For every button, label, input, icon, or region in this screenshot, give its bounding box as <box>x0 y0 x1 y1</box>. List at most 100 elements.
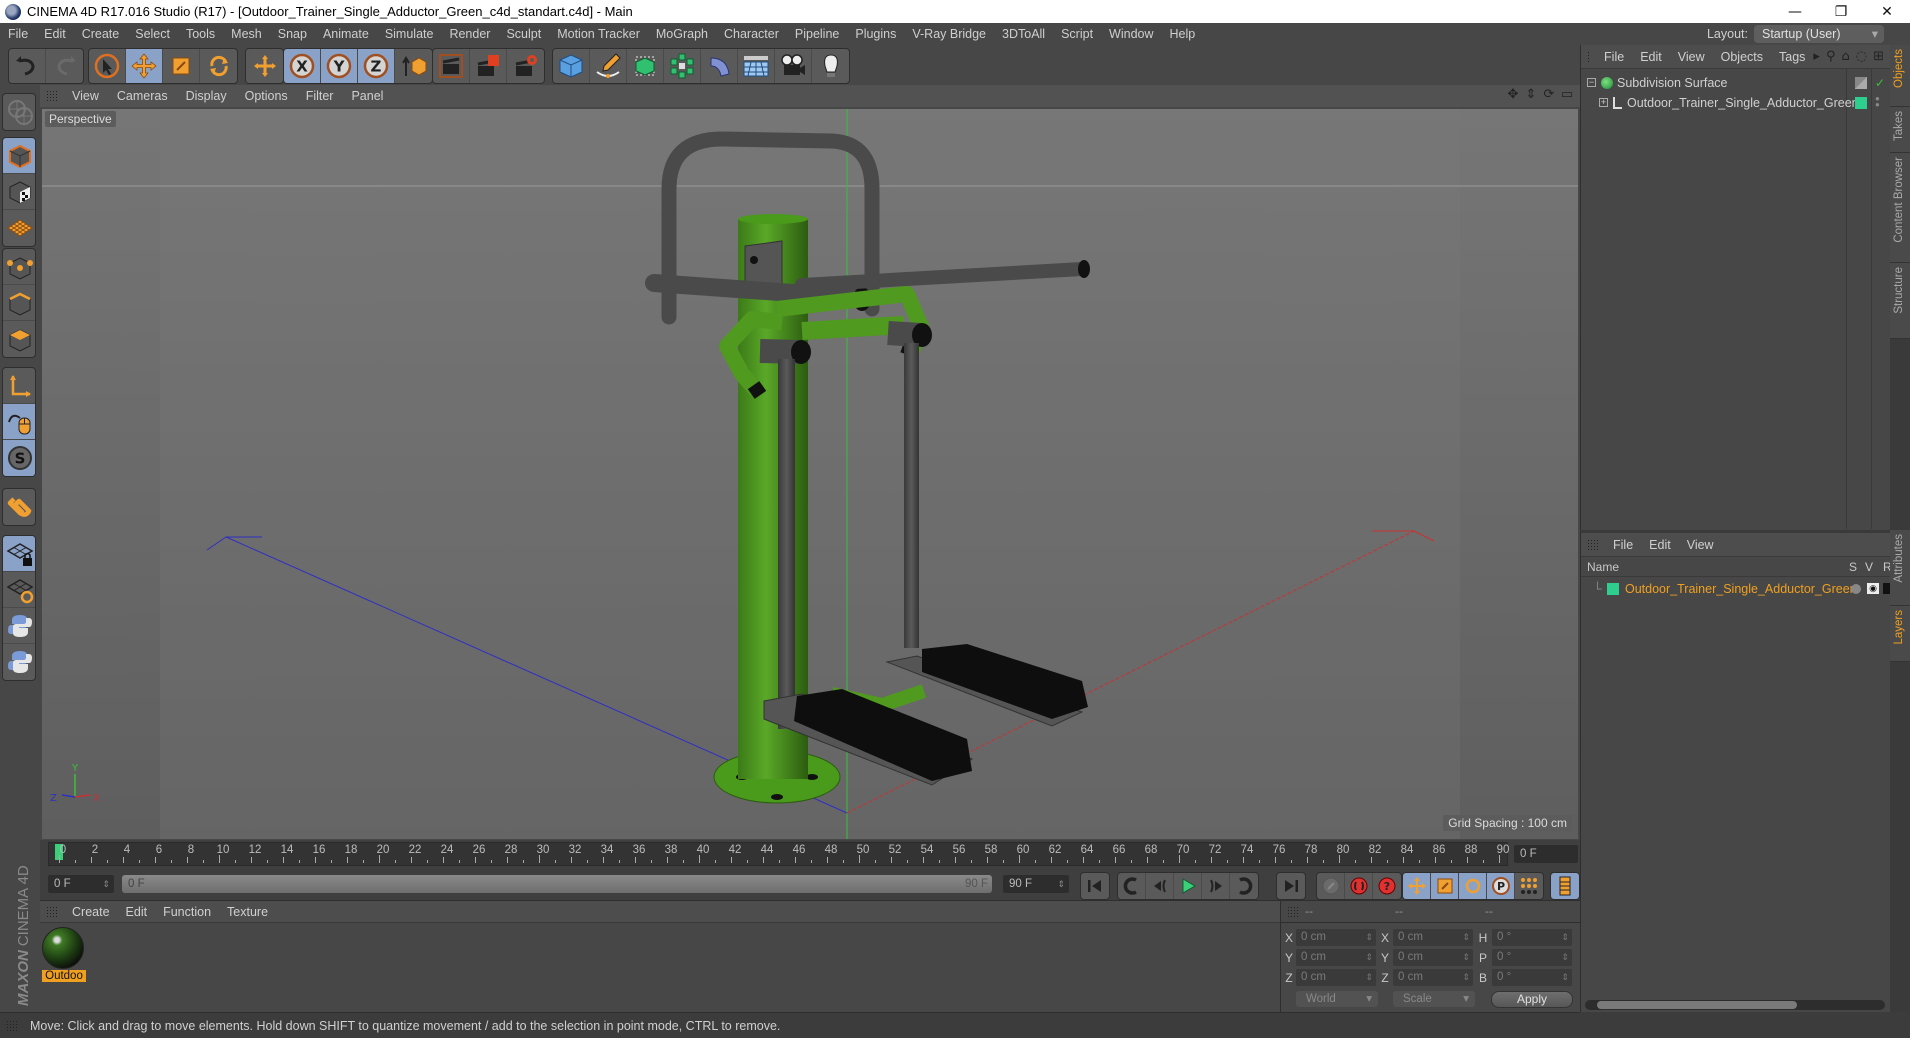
undo-button[interactable] <box>9 49 46 83</box>
layer-color-swatch[interactable] <box>1607 583 1619 595</box>
menu-script[interactable]: Script <box>1053 23 1101 45</box>
menu-mograph[interactable]: MoGraph <box>648 23 716 45</box>
tab-structure[interactable]: Structure <box>1890 263 1910 339</box>
record-active-objects-button[interactable] <box>1345 873 1373 899</box>
edges-mode-button[interactable] <box>3 285 35 321</box>
layer-menu-file[interactable]: File <box>1605 538 1641 552</box>
visibility-dots-icon[interactable]: ● ● <box>1875 95 1880 109</box>
size-y-field[interactable]: 0 cm <box>1393 949 1473 966</box>
panel-grip-icon[interactable] <box>1287 905 1299 918</box>
tab-attributes[interactable]: Attributes <box>1890 530 1910 606</box>
live-selection-button[interactable] <box>89 49 126 83</box>
pos-y-field[interactable]: 0 cm <box>1296 949 1376 966</box>
rotate-view-icon[interactable]: ⟳ <box>1542 88 1556 102</box>
solo-mode-button[interactable]: S <box>3 440 35 476</box>
tab-layers[interactable]: Layers <box>1890 606 1910 662</box>
object-menu-edit[interactable]: Edit <box>1632 50 1670 64</box>
model-mode-button[interactable] <box>3 138 35 174</box>
zoom-view-icon[interactable]: ⇕ <box>1524 88 1538 102</box>
menu-sculpt[interactable]: Sculpt <box>498 23 549 45</box>
menu-help[interactable]: Help <box>1162 23 1204 45</box>
python-1-button[interactable] <box>3 608 35 644</box>
menu-snap[interactable]: Snap <box>270 23 315 45</box>
last-tool-button[interactable] <box>246 49 283 83</box>
deformer-button[interactable] <box>701 49 738 83</box>
texture-mode-button[interactable] <box>3 174 35 210</box>
move-tool-button[interactable] <box>126 49 163 83</box>
enabled-check-icon[interactable]: ✓ <box>1875 73 1885 93</box>
redo-button[interactable] <box>46 49 83 83</box>
layer-row[interactable]: └ Outdoor_Trainer_Single_Adductor_Green … <box>1581 579 1891 599</box>
object-row-subdivision-surface[interactable]: − Subdivision Surface ✓ <box>1581 73 1891 93</box>
column-solo[interactable]: S <box>1849 557 1857 577</box>
workplane-mode-button[interactable] <box>3 210 35 246</box>
cloner-button[interactable] <box>664 49 701 83</box>
previous-key-button[interactable] <box>1118 873 1146 899</box>
apply-button[interactable]: Apply <box>1491 991 1573 1008</box>
rot-p-field[interactable]: 0 ° <box>1492 949 1572 966</box>
python-2-button[interactable] <box>3 644 35 680</box>
menu-3dtoall[interactable]: 3DToAll <box>994 23 1053 45</box>
axis-mode-button[interactable] <box>3 368 35 404</box>
menu-render[interactable]: Render <box>441 23 498 45</box>
go-to-end-button[interactable] <box>1277 873 1305 899</box>
material-menu-create[interactable]: Create <box>64 905 118 919</box>
z-axis-button[interactable]: Z <box>358 49 395 83</box>
next-key-button[interactable] <box>1230 873 1258 899</box>
timeline-button[interactable] <box>1551 873 1579 899</box>
panel-grip-icon[interactable] <box>6 1019 18 1032</box>
current-frame-field[interactable]: 0 F <box>1514 845 1578 863</box>
menu-tools[interactable]: Tools <box>178 23 223 45</box>
render-to-picture-viewer-button[interactable] <box>470 49 507 83</box>
material-item[interactable]: Outdoo <box>42 927 86 985</box>
panel-grip-icon[interactable] <box>46 90 58 102</box>
size-z-field[interactable]: 0 cm <box>1393 969 1473 986</box>
play-button[interactable] <box>1174 873 1202 899</box>
menu-window[interactable]: Window <box>1101 23 1161 45</box>
menu-file[interactable]: File <box>0 23 36 45</box>
rotation-key-button[interactable] <box>1459 873 1487 899</box>
start-frame-field[interactable]: 0 F ⇕ <box>48 875 114 893</box>
more-menu-arrow-icon[interactable]: ▸ <box>1813 49 1820 64</box>
pan-view-icon[interactable]: ✥ <box>1506 88 1520 102</box>
tweak-mode-button[interactable] <box>3 404 35 440</box>
point-level-animation-button[interactable] <box>1515 873 1543 899</box>
collapse-icon[interactable]: − <box>1587 78 1596 87</box>
scrollbar-thumb[interactable] <box>1597 1001 1797 1009</box>
viewport-menu-filter[interactable]: Filter <box>298 89 344 103</box>
home-icon[interactable]: ⌂ <box>1841 49 1849 64</box>
tab-takes[interactable]: Takes <box>1890 107 1910 153</box>
position-key-button[interactable] <box>1403 873 1431 899</box>
size-x-field[interactable]: 0 cm <box>1393 929 1473 946</box>
autokeying-button[interactable]: ? <box>1373 873 1401 899</box>
timeline-ruler[interactable]: 0 2 4 6 8 10 12 14 16 18 20 22 24 26 28 30 32 34 36 38 40 42 4… <box>48 842 1509 866</box>
menu-plugins[interactable]: Plugins <box>847 23 904 45</box>
coordinate-mode-dropdown[interactable]: Scale <box>1393 991 1475 1007</box>
rotate-tool-button[interactable] <box>200 49 237 83</box>
search-icon[interactable]: ⚲ <box>1826 49 1836 64</box>
go-to-start-button[interactable] <box>1081 873 1109 899</box>
render-settings-button[interactable] <box>507 49 544 83</box>
make-editable-button[interactable] <box>3 94 35 130</box>
object-menu-view[interactable]: View <box>1670 50 1713 64</box>
horizontal-scrollbar[interactable] <box>1585 1000 1885 1010</box>
locked-workplane-button[interactable] <box>3 536 35 572</box>
eye-toggle-icon[interactable]: ◌ <box>1856 49 1867 64</box>
close-button[interactable]: ✕ <box>1864 0 1910 23</box>
menu-animate[interactable]: Animate <box>315 23 377 45</box>
menu-pipeline[interactable]: Pipeline <box>787 23 847 45</box>
motion-clip-button[interactable] <box>1317 873 1345 899</box>
scale-tool-button[interactable] <box>163 49 200 83</box>
minimize-button[interactable]: — <box>1772 0 1818 23</box>
viewport-menu-cameras[interactable]: Cameras <box>109 89 178 103</box>
coordinate-space-dropdown[interactable]: World <box>1296 991 1378 1007</box>
next-frame-button[interactable] <box>1202 873 1230 899</box>
polygons-mode-button[interactable] <box>3 321 35 357</box>
object-menu-tags[interactable]: Tags <box>1771 50 1813 64</box>
end-frame-field[interactable]: 90 F ⇕ <box>1003 875 1069 893</box>
menu-edit[interactable]: Edit <box>36 23 74 45</box>
object-menu-file[interactable]: File <box>1596 50 1632 64</box>
restore-button[interactable]: ❐ <box>1818 0 1864 23</box>
camera-label[interactable]: Perspective <box>45 111 116 127</box>
panel-grip-icon[interactable] <box>46 905 58 918</box>
